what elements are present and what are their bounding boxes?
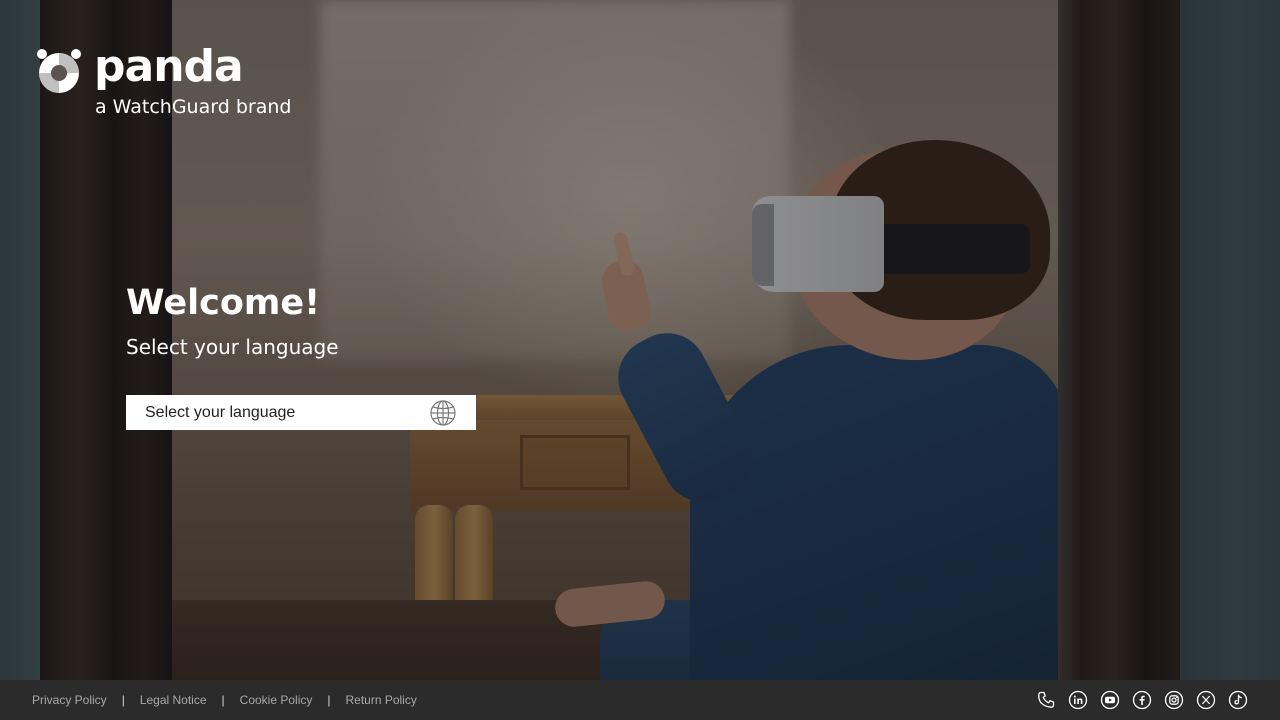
logo-tagline: a WatchGuard brand	[95, 96, 292, 118]
globe-icon	[430, 400, 456, 426]
footer-separator: |	[327, 693, 331, 707]
social-links	[1036, 690, 1248, 710]
welcome-heading: Welcome!	[126, 283, 321, 323]
panda-logo-icon	[37, 49, 81, 93]
instagram-icon[interactable]	[1164, 690, 1184, 710]
youtube-icon[interactable]	[1100, 690, 1120, 710]
logo-wordmark: panda	[94, 41, 244, 92]
footer-links: Privacy Policy | Legal Notice | Cookie P…	[32, 680, 417, 720]
language-select-placeholder: Select your language	[145, 404, 296, 421]
footer-separator: |	[221, 693, 225, 707]
panda-logo[interactable]: panda a WatchGuard brand	[36, 42, 296, 122]
return-policy-link[interactable]: Return Policy	[345, 693, 416, 707]
privacy-policy-link[interactable]: Privacy Policy	[32, 693, 107, 707]
linkedin-icon[interactable]	[1068, 690, 1088, 710]
phone-icon[interactable]	[1036, 690, 1056, 710]
footer: Privacy Policy | Legal Notice | Cookie P…	[0, 680, 1280, 720]
tiktok-icon[interactable]	[1228, 690, 1248, 710]
language-select[interactable]: Select your language	[126, 395, 476, 430]
x-twitter-icon[interactable]	[1196, 690, 1216, 710]
welcome-subheading: Select your language	[126, 335, 339, 359]
legal-notice-link[interactable]: Legal Notice	[140, 693, 207, 707]
cookie-policy-link[interactable]: Cookie Policy	[240, 693, 313, 707]
facebook-icon[interactable]	[1132, 690, 1152, 710]
footer-separator: |	[121, 693, 125, 707]
